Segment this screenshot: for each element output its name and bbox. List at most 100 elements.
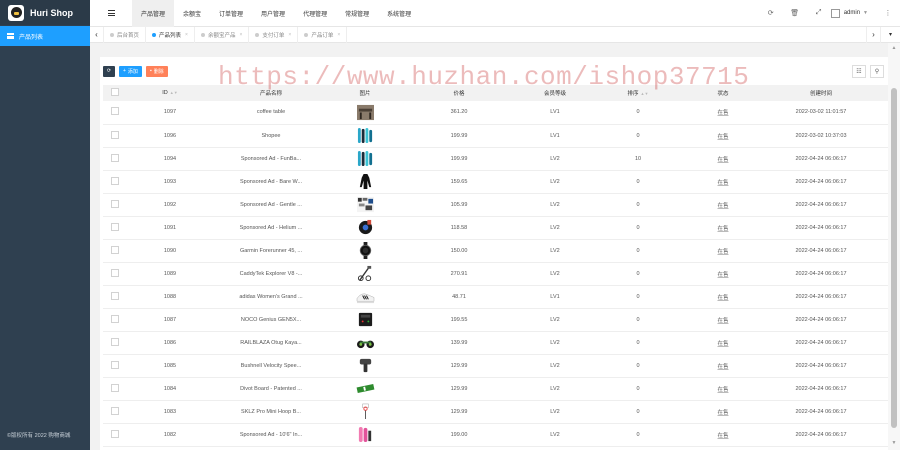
page-tab-label: 后台首页 bbox=[117, 32, 140, 39]
cell-image[interactable] bbox=[329, 101, 401, 124]
scroll-up-icon[interactable]: ▲ bbox=[890, 45, 898, 53]
fullscreen-icon[interactable]: ⤢ bbox=[807, 0, 831, 27]
cell-sort[interactable]: 0 bbox=[593, 377, 683, 400]
cell-sort[interactable]: 0 bbox=[593, 400, 683, 423]
cell-status[interactable]: 在售 bbox=[683, 400, 763, 423]
top-nav-item[interactable]: 余额宝 bbox=[174, 0, 210, 27]
cell-sort[interactable]: 0 bbox=[593, 193, 683, 216]
cell-image[interactable] bbox=[329, 262, 401, 285]
cell-status[interactable]: 在售 bbox=[683, 423, 763, 446]
close-tab-icon[interactable]: × bbox=[239, 32, 242, 38]
user-menu[interactable]: admin ▼ bbox=[830, 8, 876, 18]
row-checkbox[interactable] bbox=[103, 377, 127, 400]
search-button[interactable]: ⚲ bbox=[870, 64, 884, 78]
column-header-sort[interactable]: 排序 ▲▼ bbox=[593, 85, 683, 101]
refresh-button[interactable]: ⟳ bbox=[103, 65, 115, 77]
delete-button[interactable]: ▪ 删除 bbox=[145, 65, 168, 77]
page-scrollbar[interactable]: ▲ ▼ bbox=[888, 43, 900, 450]
cell-image[interactable] bbox=[329, 423, 401, 446]
row-checkbox[interactable] bbox=[103, 331, 127, 354]
cell-status[interactable]: 在售 bbox=[683, 101, 763, 124]
row-checkbox[interactable] bbox=[103, 124, 127, 147]
page-tab[interactable]: 产品订单 × bbox=[298, 26, 348, 43]
row-checkbox[interactable] bbox=[103, 285, 127, 308]
cell-sort[interactable]: 0 bbox=[593, 285, 683, 308]
clear-cache-icon[interactable]: 🗑 bbox=[783, 0, 807, 27]
cell-status[interactable]: 在售 bbox=[683, 170, 763, 193]
page-tab[interactable]: 产品列表 × bbox=[146, 26, 195, 43]
cell-status[interactable]: 在售 bbox=[683, 262, 763, 285]
row-checkbox[interactable] bbox=[103, 400, 127, 423]
top-nav-item[interactable]: 产品管理 bbox=[132, 0, 175, 27]
sidebar-item-product-list[interactable]: 产品列表 bbox=[0, 26, 90, 46]
top-nav-item[interactable]: 用户管理 bbox=[252, 0, 294, 27]
tabs-menu-chevron-icon[interactable]: ▾ bbox=[880, 26, 900, 43]
cell-status[interactable]: 在售 bbox=[683, 377, 763, 400]
cell-image[interactable] bbox=[329, 308, 401, 331]
cell-status[interactable]: 在售 bbox=[683, 354, 763, 377]
row-checkbox[interactable] bbox=[103, 170, 127, 193]
row-checkbox[interactable] bbox=[103, 193, 127, 216]
cell-status[interactable]: 在售 bbox=[683, 216, 763, 239]
cell-image[interactable] bbox=[329, 400, 401, 423]
top-nav-item[interactable]: 常规管理 bbox=[336, 0, 378, 27]
cell-sort[interactable]: 0 bbox=[593, 423, 683, 446]
cell-sort[interactable]: 0 bbox=[593, 124, 683, 147]
select-all-checkbox[interactable] bbox=[103, 85, 127, 101]
cell-sort[interactable]: 0 bbox=[593, 331, 683, 354]
row-checkbox[interactable] bbox=[103, 101, 127, 124]
cell-image[interactable] bbox=[329, 147, 401, 170]
cell-status[interactable]: 在售 bbox=[683, 285, 763, 308]
more-options-icon[interactable]: ⋮ bbox=[876, 0, 900, 27]
row-checkbox[interactable] bbox=[103, 308, 127, 331]
cell-status[interactable]: 在售 bbox=[683, 193, 763, 216]
cell-sort[interactable]: 10 bbox=[593, 147, 683, 170]
cell-sort[interactable]: 0 bbox=[593, 262, 683, 285]
cell-image[interactable] bbox=[329, 193, 401, 216]
cell-image[interactable] bbox=[329, 377, 401, 400]
cell-image[interactable] bbox=[329, 239, 401, 262]
cell-sort[interactable]: 0 bbox=[593, 354, 683, 377]
cell-status[interactable]: 在售 bbox=[683, 308, 763, 331]
menu-toggle-button[interactable] bbox=[90, 0, 132, 27]
cell-image[interactable] bbox=[329, 285, 401, 308]
add-button[interactable]: + 添加 bbox=[119, 65, 142, 77]
refresh-icon[interactable]: ⟳ bbox=[759, 0, 783, 27]
cell-image[interactable] bbox=[329, 170, 401, 193]
cell-sort[interactable]: 0 bbox=[593, 239, 683, 262]
cell-sort[interactable]: 0 bbox=[593, 170, 683, 193]
cell-image[interactable] bbox=[329, 354, 401, 377]
brand[interactable]: Huri Shop bbox=[0, 0, 90, 25]
cell-status[interactable]: 在售 bbox=[683, 124, 763, 147]
tabs-scroll-right-icon[interactable]: › bbox=[866, 26, 880, 43]
cell-sort[interactable]: 0 bbox=[593, 216, 683, 239]
row-checkbox[interactable] bbox=[103, 423, 127, 446]
top-nav-item[interactable]: 订单管理 bbox=[210, 0, 252, 27]
tabs-scroll-left-icon[interactable]: ‹ bbox=[90, 26, 104, 43]
close-tab-icon[interactable]: × bbox=[185, 32, 188, 38]
cell-image[interactable] bbox=[329, 331, 401, 354]
top-nav-item[interactable]: 代理管理 bbox=[294, 0, 336, 27]
row-checkbox[interactable] bbox=[103, 147, 127, 170]
cell-image[interactable] bbox=[329, 216, 401, 239]
page-tab[interactable]: 后台首页 bbox=[104, 26, 147, 43]
close-tab-icon[interactable]: × bbox=[337, 32, 340, 38]
cell-sort[interactable]: 0 bbox=[593, 308, 683, 331]
page-tab[interactable]: 支付订单 × bbox=[249, 26, 299, 43]
scroll-thumb[interactable] bbox=[891, 88, 897, 428]
row-checkbox[interactable] bbox=[103, 239, 127, 262]
cell-status[interactable]: 在售 bbox=[683, 239, 763, 262]
row-checkbox[interactable] bbox=[103, 262, 127, 285]
row-checkbox[interactable] bbox=[103, 216, 127, 239]
close-tab-icon[interactable]: × bbox=[288, 32, 291, 38]
cell-status[interactable]: 在售 bbox=[683, 147, 763, 170]
columns-filter-button[interactable]: ☷ bbox=[852, 64, 866, 78]
cell-status[interactable]: 在售 bbox=[683, 331, 763, 354]
cell-image[interactable] bbox=[329, 124, 401, 147]
scroll-down-icon[interactable]: ▼ bbox=[890, 440, 898, 448]
column-header-id[interactable]: ID ▲▼ bbox=[127, 85, 213, 101]
cell-sort[interactable]: 0 bbox=[593, 101, 683, 124]
top-nav-item[interactable]: 系统管理 bbox=[378, 0, 420, 27]
page-tab[interactable]: 余额宝产品 × bbox=[195, 26, 250, 43]
row-checkbox[interactable] bbox=[103, 354, 127, 377]
